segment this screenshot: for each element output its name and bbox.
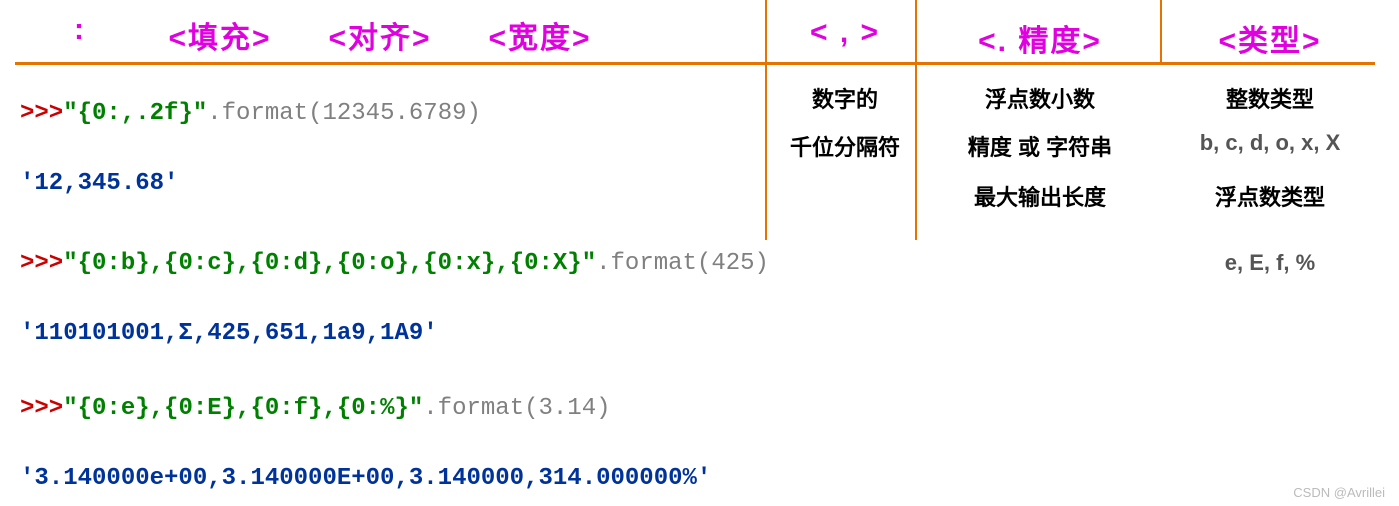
vertical-divider-2 — [915, 0, 917, 240]
header-colon: : — [30, 13, 130, 57]
note-col2-l2: 千位分隔符 — [780, 130, 910, 162]
note-col2-l1: 数字的 — [780, 82, 910, 114]
header-comma: < , > — [780, 16, 910, 50]
prompt: >>> — [20, 395, 63, 422]
note-col3-l2: 精度 或 字符串 — [930, 130, 1150, 162]
code-call-2: .format(425) — [596, 250, 769, 277]
prompt: >>> — [20, 250, 63, 277]
header-align: <对齐> — [310, 13, 450, 57]
code-string-2: "{0:b},{0:c},{0:d},{0:o},{0:x},{0:X}" — [63, 250, 596, 277]
code-string-1: "{0:,.2f}" — [63, 100, 207, 127]
code-output-3: '3.140000e+00,3.140000E+00,3.140000,314.… — [20, 465, 711, 492]
header-precision: <. 精度> — [930, 16, 1150, 60]
code-call-3: .format(3.14) — [423, 395, 610, 422]
code-call-1: .format(12345.6789) — [207, 100, 481, 127]
code-output-1: '12,345.68' — [20, 170, 178, 197]
note-col4-l1: 整数类型 — [1170, 82, 1370, 114]
header-width: <宽度> — [470, 13, 610, 57]
header-fill: <填充> — [150, 13, 290, 57]
horizontal-divider — [15, 62, 1375, 65]
vertical-divider-3 — [1160, 0, 1162, 65]
code-example-2: >>>"{0:b},{0:c},{0:d},{0:o},{0:x},{0:X}"… — [20, 250, 769, 277]
code-example-3: >>>"{0:e},{0:E},{0:f},{0:%}".format(3.14… — [20, 395, 611, 422]
note-col3-l3: 最大输出长度 — [930, 180, 1150, 212]
header-row: : <填充> <对齐> <宽度> < , > <. 精度> <类型> — [0, 0, 1399, 60]
header-type: <类型> — [1170, 16, 1370, 60]
code-output-2: '110101001,Σ,425,651,1a9,1A9' — [20, 320, 438, 347]
prompt: >>> — [20, 100, 63, 127]
code-example-1: >>>"{0:,.2f}".format(12345.6789) — [20, 100, 481, 127]
header-left-group: : <填充> <对齐> <宽度> — [30, 13, 770, 57]
note-col4-l2: b, c, d, o, x, X — [1170, 130, 1370, 156]
code-string-3: "{0:e},{0:E},{0:f},{0:%}" — [63, 395, 423, 422]
note-col3-l1: 浮点数小数 — [930, 82, 1150, 114]
note-col4-l4: e, E, f, % — [1170, 250, 1370, 276]
note-col4-l3: 浮点数类型 — [1170, 180, 1370, 212]
vertical-divider-1 — [765, 0, 767, 240]
watermark: CSDN @Avrillei — [1293, 485, 1385, 500]
